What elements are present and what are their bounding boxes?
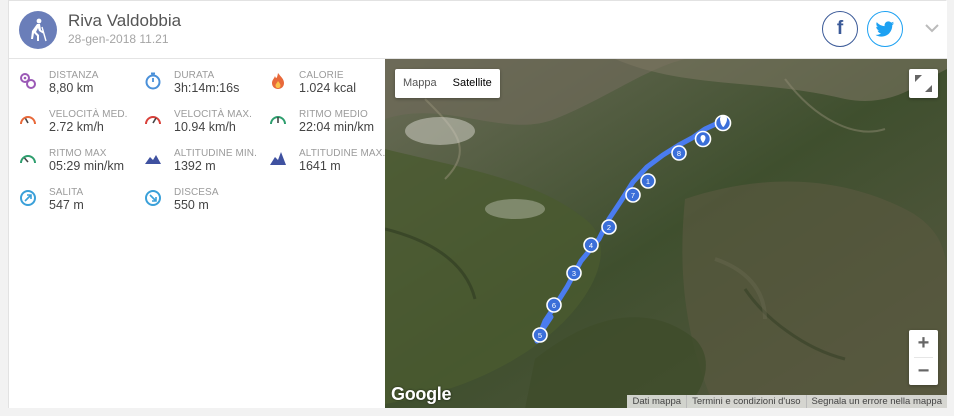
stats-panel: DISTANZA 8,80 km DURATA 3h:14m:16s CALOR… [9,59,385,409]
mountain-max-icon [270,152,286,165]
facebook-icon: f [836,18,844,39]
stat-avg-speed: VELOCITÀ MED. 2.72 km/h [19,109,144,145]
stat-avg-pace: RITMO MEDIO 22:04 min/km [269,109,394,145]
stat-duration: DURATA 3h:14m:16s [144,70,269,106]
stat-descent: DISCESA 550 m [144,187,269,223]
map-type-map-button[interactable]: Mappa [395,69,445,98]
pace-max-icon [20,155,36,164]
activity-title: Riva Valdobbia [68,11,182,30]
speedometer-max-icon [145,116,161,125]
speedometer-icon [20,116,36,125]
pace-icon [270,116,286,125]
stat-max-pace: RITMO MAX 05:29 min/km [19,148,144,184]
map-type-satellite-button[interactable]: Satellite [445,69,500,98]
stat-ascent: SALITA 547 m [19,187,144,223]
stat-calories: CALORIE 1.024 kcal [269,70,394,106]
stat-max-speed: VELOCITÀ MAX. 10.94 km/h [144,109,269,145]
stat-min-altitude: ALTITUDINE MIN. 1392 m [144,148,269,184]
descent-icon [145,190,161,206]
mountain-min-icon [145,155,161,164]
route-map[interactable]: Mappa Satellite 12365478 + − Google Dati… [385,59,947,409]
activity-card: Riva Valdobbia 28-gen-2018 11.21 f DISTA… [8,0,947,409]
activity-header: Riva Valdobbia 28-gen-2018 11.21 f [9,1,947,59]
activity-date: 28-gen-2018 11.21 [68,32,169,46]
terms-link[interactable]: Termini e condizioni d'uso [686,395,805,409]
distance-icon [20,73,36,89]
flame-icon [272,73,284,89]
stat-max-altitude: ALTITUDINE MAX. 1641 m [269,148,394,184]
map-attribution: Dati mappa Termini e condizioni d'uso Se… [627,395,947,409]
hiking-icon [19,11,57,49]
fullscreen-icon [915,75,932,92]
stopwatch-icon [145,72,161,90]
satellite-terrain [385,59,947,409]
twitter-icon [875,20,895,37]
report-error-link[interactable]: Segnala un errore nella mappa [805,395,947,409]
map-type-toggle: Mappa Satellite [395,69,500,98]
twitter-share-button[interactable] [867,11,903,47]
stat-distance: DISTANZA 8,80 km [19,70,144,106]
fullscreen-button[interactable] [909,69,938,98]
ascent-icon [20,190,36,206]
page-footer-strip [0,408,954,416]
zoom-out-button[interactable]: − [909,358,938,385]
chevron-down-icon[interactable] [922,18,942,38]
zoom-in-button[interactable]: + [909,330,938,357]
google-logo: Google [391,384,452,404]
zoom-control: + − [909,330,938,385]
facebook-share-button[interactable]: f [822,11,858,47]
map-data-link[interactable]: Dati mappa [627,395,686,409]
